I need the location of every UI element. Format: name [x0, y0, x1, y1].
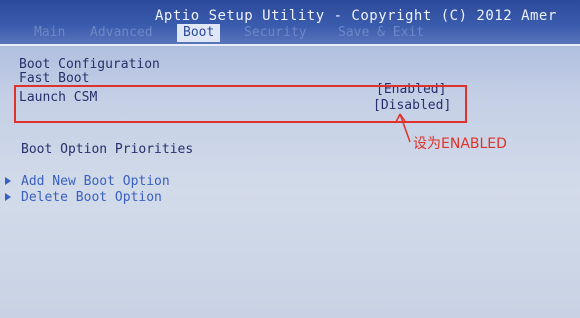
bios-header: Aptio Setup Utility - Copyright (C) 2012… [0, 0, 580, 44]
annotation-text: 设为ENABLED [413, 136, 507, 152]
tab-main[interactable]: Main [34, 24, 65, 42]
header-divider [0, 44, 580, 46]
tab-security[interactable]: Security [244, 24, 307, 42]
section-title-boot-configuration: Boot Configuration [19, 57, 160, 72]
tab-advanced[interactable]: Advanced [90, 24, 153, 42]
add-new-boot-option[interactable]: Add New Boot Option [21, 174, 170, 189]
tab-bar: Main Advanced Boot Security Save & Exit [0, 24, 580, 42]
tab-save-exit[interactable]: Save & Exit [338, 24, 424, 42]
menu-arrow-icon [5, 177, 11, 185]
fast-boot-label: Fast Boot [19, 71, 90, 86]
menu-arrow-icon [5, 193, 11, 201]
tab-boot[interactable]: Boot [177, 24, 221, 42]
bios-title: Aptio Setup Utility - Copyright (C) 2012… [155, 8, 557, 24]
boot-option-priorities-title: Boot Option Priorities [21, 142, 194, 157]
delete-boot-option[interactable]: Delete Boot Option [21, 190, 162, 205]
